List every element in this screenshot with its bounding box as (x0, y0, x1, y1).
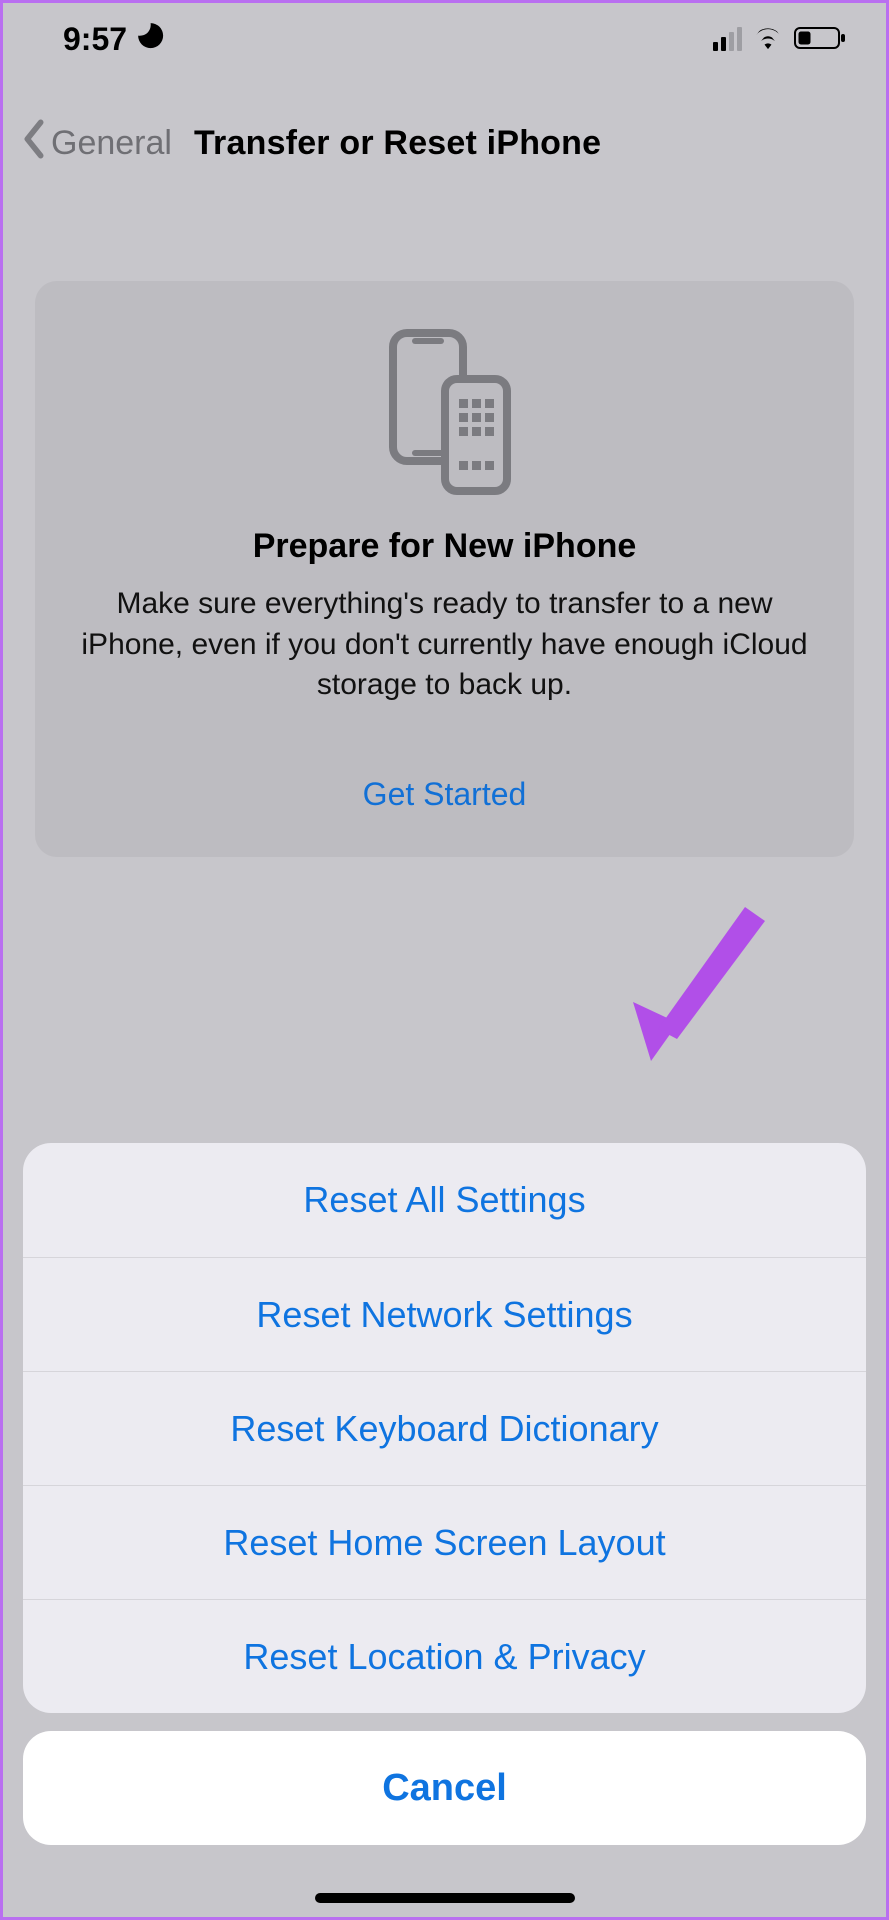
battery-icon (794, 21, 846, 58)
reset-keyboard-dictionary-button[interactable]: Reset Keyboard Dictionary (23, 1371, 866, 1485)
status-bar: 9:57 (3, 3, 886, 75)
status-bar-right (713, 21, 846, 58)
home-indicator[interactable] (315, 1893, 575, 1903)
back-button[interactable]: General (21, 119, 172, 168)
do-not-disturb-icon (135, 20, 165, 58)
back-label: General (51, 124, 172, 163)
reset-action-sheet: Reset All Settings Reset Network Setting… (23, 1143, 866, 1845)
reset-location-privacy-button[interactable]: Reset Location & Privacy (23, 1599, 866, 1713)
card-title: Prepare for New iPhone (81, 527, 808, 566)
status-bar-left: 9:57 (63, 20, 165, 58)
card-description: Make sure everything's ready to transfer… (81, 584, 808, 706)
annotation-arrow-icon (633, 907, 773, 1072)
cancel-button[interactable]: Cancel (23, 1731, 866, 1845)
screen: 9:57 General Transfer or Reset iPhone (0, 0, 889, 1920)
reset-options-group: Reset All Settings Reset Network Setting… (23, 1143, 866, 1713)
clock: 9:57 (63, 21, 127, 58)
nav-header: General Transfer or Reset iPhone (3, 103, 886, 183)
get-started-button[interactable]: Get Started (81, 776, 808, 813)
chevron-left-icon (21, 119, 47, 168)
devices-icon (81, 327, 808, 497)
reset-network-settings-button[interactable]: Reset Network Settings (23, 1257, 866, 1371)
wifi-icon (752, 21, 784, 58)
cellular-signal-icon (713, 27, 742, 51)
prepare-card: Prepare for New iPhone Make sure everyth… (35, 281, 854, 857)
page-title: Transfer or Reset iPhone (194, 124, 601, 163)
reset-all-settings-button[interactable]: Reset All Settings (23, 1143, 866, 1257)
reset-home-screen-layout-button[interactable]: Reset Home Screen Layout (23, 1485, 866, 1599)
